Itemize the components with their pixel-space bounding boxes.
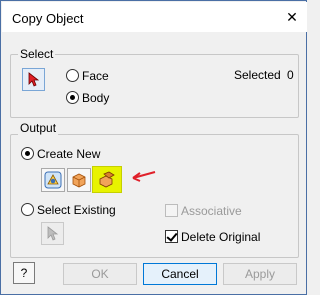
composite-body-button[interactable] (92, 166, 122, 193)
body-radio[interactable] (66, 91, 79, 104)
create-new-radio[interactable] (21, 147, 34, 160)
select-pick-button[interactable] (22, 68, 45, 91)
dialog-title: Copy Object (12, 11, 84, 26)
title-bar: Copy Object ✕ (2, 2, 307, 32)
red-arrow-annotation-icon (129, 168, 157, 184)
help-button[interactable]: ? (13, 262, 35, 284)
solid-body-icon (70, 171, 88, 189)
selected-count-label: Selected 0 (234, 68, 294, 82)
select-group-legend: Select (18, 47, 56, 61)
copy-object-dialog: Copy Object ✕ Select Face Body Selected … (0, 0, 307, 295)
delete-original-checkbox[interactable] (165, 230, 178, 243)
surface-body-icon (44, 171, 62, 189)
select-existing-pick-button[interactable] (41, 222, 64, 245)
select-existing-radio[interactable] (21, 203, 34, 216)
select-existing-label: Select Existing (37, 203, 116, 217)
associative-checkbox[interactable] (165, 204, 178, 217)
ok-button[interactable]: OK (63, 263, 137, 285)
delete-original-label: Delete Original (181, 230, 261, 244)
select-group (10, 54, 299, 118)
associative-label: Associative (181, 204, 242, 218)
cancel-button[interactable]: Cancel (143, 263, 217, 285)
selected-count: 0 (287, 68, 294, 82)
body-label: Body (82, 91, 110, 105)
face-label: Face (82, 69, 109, 83)
output-group-legend: Output (18, 121, 59, 135)
solid-body-button[interactable] (67, 168, 91, 192)
selected-text: Selected (234, 68, 281, 82)
composite-body-icon (98, 171, 116, 189)
apply-button[interactable]: Apply (223, 263, 297, 285)
surface-body-button[interactable] (41, 168, 65, 192)
face-radio[interactable] (66, 69, 79, 82)
close-button[interactable]: ✕ (277, 2, 307, 32)
cursor-arrow-disabled-icon (47, 226, 59, 241)
help-icon: ? (20, 266, 28, 280)
create-new-label: Create New (37, 147, 101, 161)
cursor-arrow-icon (28, 72, 40, 87)
